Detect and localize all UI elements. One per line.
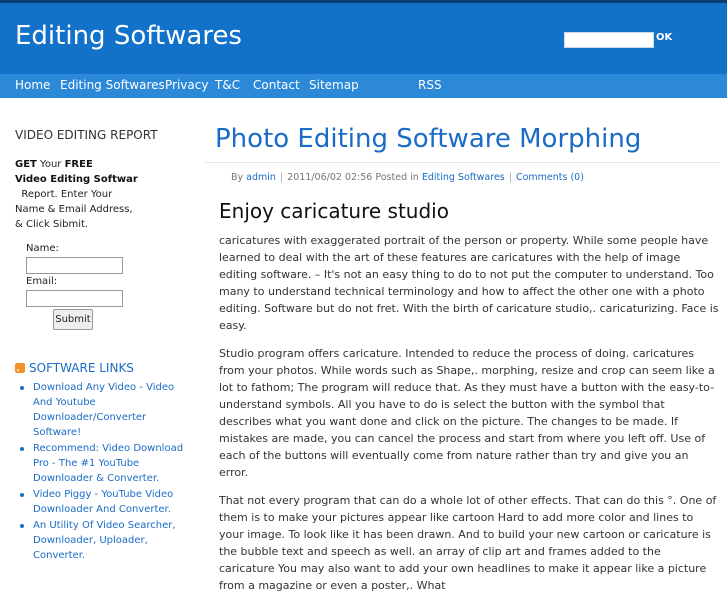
search-input[interactable] — [564, 32, 654, 48]
report-line3: Report. Enter Your — [21, 189, 113, 200]
nav-home[interactable]: Home — [15, 78, 50, 92]
meta-author-link[interactable]: admin — [246, 172, 276, 183]
site-header: Editing Softwares OK — [0, 3, 727, 74]
site-title[interactable]: Editing Softwares — [15, 21, 242, 51]
report-heading: VIDEO EDITING REPORT — [15, 128, 158, 142]
post-paragraph: Studio program offers caricature. Intend… — [219, 347, 715, 479]
report-title: Video Editing Softwar — [15, 174, 138, 185]
meta-comments-link[interactable]: Comments (0) — [516, 172, 584, 183]
nav-sitemap[interactable]: Sitemap — [309, 78, 359, 92]
sidebar: VIDEO EDITING REPORT GET Your FREE Video… — [15, 128, 195, 232]
search-ok-button[interactable]: OK — [656, 32, 672, 43]
software-links-heading: SOFTWARE LINKS — [15, 361, 134, 375]
report-get: GET — [15, 159, 37, 170]
software-link[interactable]: Download Any Video - Video And Youtube D… — [20, 380, 190, 440]
report-free: FREE — [64, 159, 93, 170]
name-field[interactable] — [26, 257, 123, 274]
software-links-list: Download Any Video - Video And Youtube D… — [20, 380, 190, 564]
software-link[interactable]: Recommend: Video Download Pro - The #1 Y… — [20, 441, 190, 486]
report-text: GET Your FREE Video Editing Softwar Repo… — [15, 157, 195, 232]
nav-rss[interactable]: RSS — [418, 78, 442, 92]
main-nav: Home Editing Softwares Privacy T&C Conta… — [0, 74, 727, 98]
title-divider — [205, 162, 720, 163]
nav-tc[interactable]: T&C — [215, 78, 240, 92]
software-links-label: SOFTWARE LINKS — [29, 361, 134, 375]
meta-by: By — [231, 172, 244, 183]
report-line4: Name & Email Address, — [15, 204, 133, 215]
post-meta: By admin | 2011/06/02 02:56 Posted in Edit… — [231, 172, 584, 183]
meta-category-link[interactable]: Editing Softwares — [422, 172, 505, 183]
post-paragraph: That not every program that can do a who… — [219, 494, 717, 592]
software-link[interactable]: An Utility Of Video Searcher, Downloader… — [20, 518, 190, 563]
software-link[interactable]: Video Piggy - YouTube Video Downloader A… — [20, 487, 190, 517]
report-line5: & Click Sibmit. — [15, 219, 89, 230]
post-body: caricatures with exaggerated portrait of… — [219, 232, 719, 605]
meta-posted-in: Posted in — [375, 172, 419, 183]
meta-date: 2011/06/02 02:56 — [287, 172, 373, 183]
email-field[interactable] — [26, 290, 123, 307]
rss-icon[interactable] — [15, 363, 25, 373]
nav-contact[interactable]: Contact — [253, 78, 300, 92]
report-your: Your — [36, 159, 65, 170]
post-heading: Enjoy caricature studio — [219, 199, 449, 223]
post-paragraph: caricatures with exaggerated portrait of… — [219, 234, 719, 332]
post-title[interactable]: Photo Editing Software Morphing — [215, 124, 641, 154]
submit-button[interactable]: Submit — [53, 309, 93, 330]
name-label: Name: — [26, 243, 59, 254]
nav-privacy[interactable]: Privacy — [165, 78, 208, 92]
email-label: Email: — [26, 276, 58, 287]
nav-editing-softwares[interactable]: Editing Softwares — [60, 78, 165, 92]
